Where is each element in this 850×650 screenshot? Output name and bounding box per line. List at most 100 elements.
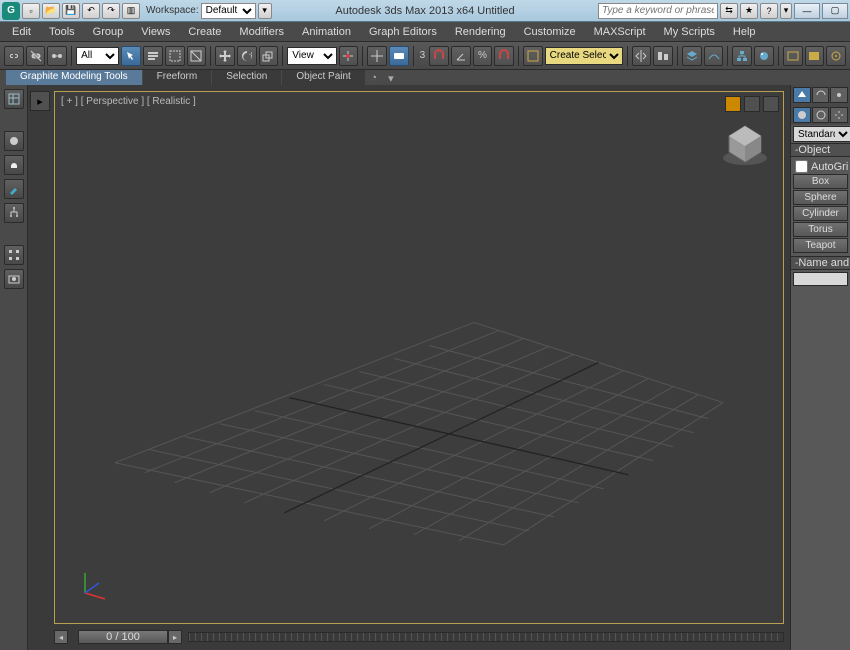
menu-rendering[interactable]: Rendering xyxy=(447,24,514,40)
rollout-object-type[interactable]: - Object xyxy=(791,143,850,157)
rect-select-icon[interactable] xyxy=(165,46,185,66)
snapshot-tool-icon[interactable] xyxy=(4,269,24,289)
selection-filter-select[interactable]: All xyxy=(76,47,119,65)
workspace-more-icon[interactable]: ▾ xyxy=(258,3,272,19)
prim-teapot-button[interactable]: Teapot xyxy=(793,238,848,253)
autogrid-checkbox[interactable]: AutoGrid xyxy=(793,159,848,174)
menu-customize[interactable]: Customize xyxy=(516,24,584,40)
select-by-name-icon[interactable] xyxy=(143,46,163,66)
menu-modifiers[interactable]: Modifiers xyxy=(231,24,292,40)
prim-torus-button[interactable]: Torus xyxy=(793,222,848,237)
menu-tools[interactable]: Tools xyxy=(41,24,83,40)
unlink-icon[interactable] xyxy=(26,46,46,66)
ribbon-tab-objectpaint[interactable]: Object Paint xyxy=(282,70,364,86)
redo-icon[interactable]: ↷ xyxy=(102,3,120,19)
move-icon[interactable] xyxy=(215,46,235,66)
curve-editor-icon[interactable] xyxy=(704,46,724,66)
viewport-perspective[interactable]: [ + ] [ Perspective ] [ Realistic ] xyxy=(54,91,784,624)
favorite-icon[interactable]: ★ xyxy=(740,3,758,19)
workspace-select[interactable]: Default xyxy=(201,3,256,19)
open-file-icon[interactable]: 📂 xyxy=(42,3,60,19)
cmd-cat-geometry-icon[interactable] xyxy=(793,107,811,123)
window-title: Autodesk 3ds Max 2013 x64 Untitled xyxy=(335,5,514,17)
timeslider-prev-icon[interactable]: ◂ xyxy=(54,630,68,644)
angle-snap-icon[interactable] xyxy=(451,46,471,66)
connect-icon[interactable]: ⇆ xyxy=(720,3,738,19)
array-tool-icon[interactable] xyxy=(4,245,24,265)
menubar: Edit Tools Group Views Create Modifiers … xyxy=(0,22,850,42)
sphere-tool-icon[interactable] xyxy=(4,131,24,151)
angle-snap-value: 3 xyxy=(418,50,428,61)
align-icon[interactable] xyxy=(653,46,673,66)
cmd-tab-hierarchy-icon[interactable] xyxy=(830,87,848,103)
timeslider-handle[interactable]: 0 / 100 xyxy=(78,630,168,644)
menu-create[interactable]: Create xyxy=(180,24,229,40)
spinner-snap-icon[interactable] xyxy=(494,46,514,66)
vp-strip-button[interactable]: ▸ xyxy=(30,91,50,111)
timeslider-track[interactable] xyxy=(188,632,784,642)
render-icon[interactable] xyxy=(826,46,846,66)
primitive-category-select[interactable]: Standard Primitives xyxy=(793,126,850,142)
percent-snap-icon[interactable]: % xyxy=(473,46,493,66)
ribbon-tab-selection[interactable]: Selection xyxy=(212,70,281,86)
undo-icon[interactable]: ↶ xyxy=(82,3,100,19)
teapot-tool-icon[interactable] xyxy=(4,155,24,175)
ref-coord-select[interactable]: View xyxy=(287,47,336,65)
prim-sphere-button[interactable]: Sphere xyxy=(793,190,848,205)
cmd-tab-create-icon[interactable] xyxy=(793,87,811,103)
scale-icon[interactable] xyxy=(259,46,279,66)
manipulate-icon[interactable] xyxy=(367,46,387,66)
snap-toggle-icon[interactable] xyxy=(429,46,449,66)
menu-help[interactable]: Help xyxy=(725,24,764,40)
cmd-cat-lights-icon[interactable] xyxy=(830,107,848,123)
ribbon-expand-icon[interactable]: ◔ xyxy=(366,70,382,86)
menu-grapheditors[interactable]: Graph Editors xyxy=(361,24,445,40)
menu-edit[interactable]: Edit xyxy=(4,24,39,40)
bind-icon[interactable] xyxy=(47,46,67,66)
window-crossing-icon[interactable] xyxy=(187,46,207,66)
keyboard-shortcut-icon[interactable] xyxy=(389,46,409,66)
edit-named-sel-icon[interactable] xyxy=(523,46,543,66)
hierarchy-tool-icon[interactable] xyxy=(4,203,24,223)
scene-explorer-icon[interactable] xyxy=(4,89,24,109)
timeslider-next-icon[interactable]: ▸ xyxy=(168,630,182,644)
maximize-button[interactable]: ▢ xyxy=(822,3,848,19)
main-toolbar: All View 3 % Create Selection Se xyxy=(0,42,850,70)
ribbon-dropdown-icon[interactable]: ▾ xyxy=(383,70,399,86)
app-logo-icon[interactable]: G xyxy=(2,2,20,20)
link-icon[interactable] xyxy=(4,46,24,66)
pivot-icon[interactable] xyxy=(339,46,359,66)
mirror-icon[interactable] xyxy=(632,46,652,66)
named-selection-select[interactable]: Create Selection Se xyxy=(545,47,623,65)
render-frame-icon[interactable] xyxy=(805,46,825,66)
cmd-cat-shapes-icon[interactable] xyxy=(812,107,830,123)
paint-tool-icon[interactable] xyxy=(4,179,24,199)
prim-cylinder-button[interactable]: Cylinder xyxy=(793,206,848,221)
time-slider[interactable]: ◂ 0 / 100 ▸ xyxy=(54,628,784,646)
menu-views[interactable]: Views xyxy=(133,24,178,40)
menu-animation[interactable]: Animation xyxy=(294,24,359,40)
menu-group[interactable]: Group xyxy=(85,24,132,40)
prim-box-button[interactable]: Box xyxy=(793,174,848,189)
menu-myscripts[interactable]: My Scripts xyxy=(656,24,723,40)
rotate-icon[interactable] xyxy=(237,46,257,66)
project-icon[interactable]: ▥ xyxy=(122,3,140,19)
schematic-view-icon[interactable] xyxy=(732,46,752,66)
help-dropdown-icon[interactable]: ▾ xyxy=(780,3,792,19)
ribbon-tab-freeform[interactable]: Freeform xyxy=(143,70,212,86)
cmd-tab-modify-icon[interactable] xyxy=(812,87,830,103)
menu-maxscript[interactable]: MAXScript xyxy=(586,24,654,40)
render-setup-icon[interactable] xyxy=(783,46,803,66)
material-editor-icon[interactable] xyxy=(754,46,774,66)
save-file-icon[interactable]: 💾 xyxy=(62,3,80,19)
object-name-input[interactable] xyxy=(793,272,848,286)
minimize-button[interactable]: — xyxy=(794,3,820,19)
ribbon-tab-graphite[interactable]: Graphite Modeling Tools xyxy=(6,70,142,86)
help-icon[interactable]: ? xyxy=(760,3,778,19)
rollout-name-color[interactable]: - Name and xyxy=(791,256,850,270)
help-search-input[interactable] xyxy=(598,3,718,19)
layer-manager-icon[interactable] xyxy=(682,46,702,66)
new-file-icon[interactable]: ▫ xyxy=(22,3,40,19)
select-object-icon[interactable] xyxy=(121,46,141,66)
axis-gizmo[interactable] xyxy=(75,563,115,603)
